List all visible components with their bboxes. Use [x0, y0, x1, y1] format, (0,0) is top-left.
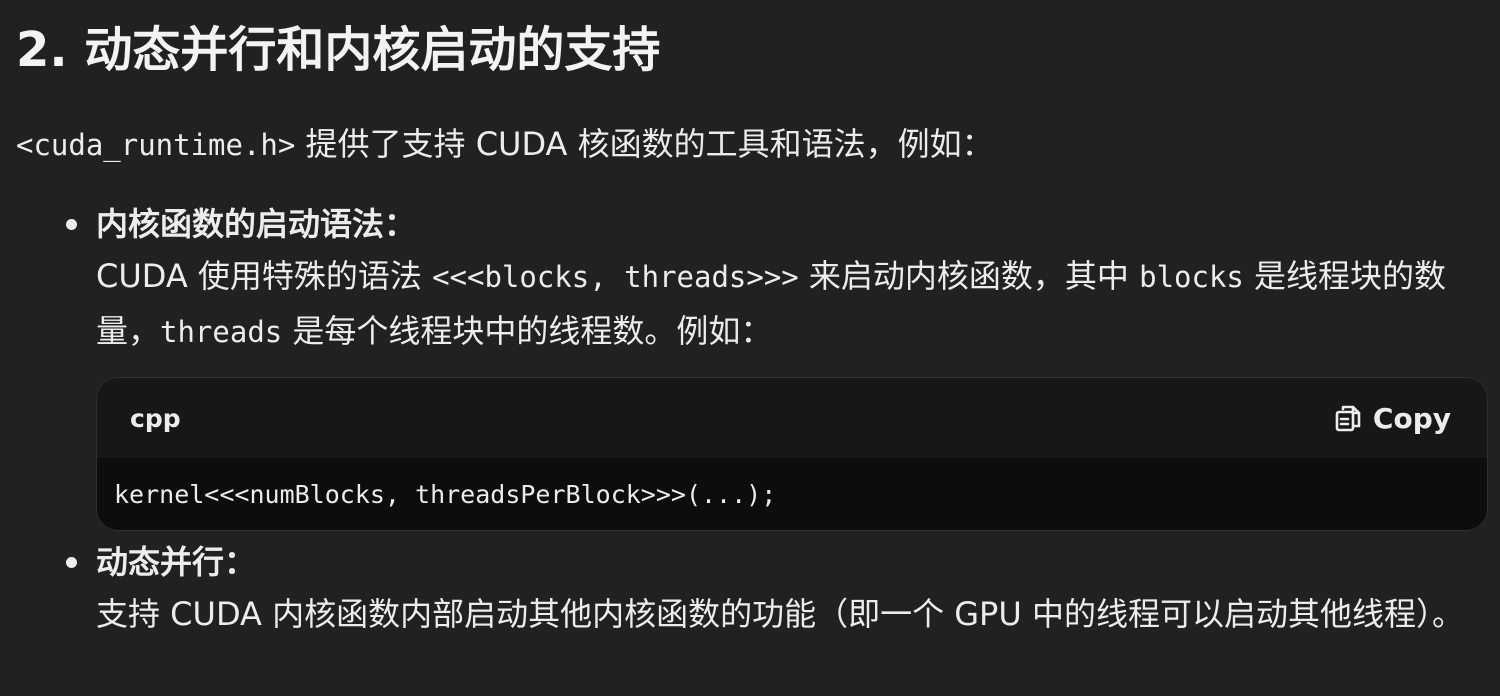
list-item-title: 内核函数的启动语法： [96, 205, 417, 243]
list-item-body: CUDA 使用特殊的语法 <<<blocks, threads>>> 来启动内核… [96, 249, 1486, 359]
list-item-kernel-launch: 内核函数的启动语法： CUDA 使用特殊的语法 <<<blocks, threa… [16, 199, 1486, 359]
body-text: CUDA 使用特殊的语法 [96, 257, 433, 295]
body-text: 支持 CUDA 内核函数内部启动其他内核函数的功能（即一个 GPU 中的线程可以… [96, 595, 1464, 633]
inline-code: <<<blocks, threads>>> [432, 260, 799, 294]
bullet-icon [66, 219, 77, 230]
chat-message: 2. 动态并行和内核启动的支持 <cuda_runtime.h> 提供了支持 C… [0, 0, 1500, 696]
copy-button[interactable]: Copy [1335, 402, 1451, 435]
code-block: cpp Copy kernel<<<numBlocks, threadsPerB… [96, 377, 1488, 531]
intro-paragraph: <cuda_runtime.h> 提供了支持 CUDA 核函数的工具和语法，例如… [16, 122, 1486, 167]
code-block-body: kernel<<<numBlocks, threadsPerBlock>>>(.… [97, 458, 1487, 530]
inline-code: threads [160, 315, 283, 349]
code-line: kernel<<<numBlocks, threadsPerBlock>>>(.… [114, 479, 777, 509]
inline-code: blocks [1139, 260, 1244, 294]
intro-text: 提供了支持 CUDA 核函数的工具和语法，例如： [295, 125, 994, 163]
copy-icon [1335, 404, 1361, 432]
copy-button-label: Copy [1372, 401, 1451, 435]
inline-code-header: <cuda_runtime.h> [16, 128, 296, 162]
code-language-label: cpp [130, 403, 181, 433]
list-item-title: 动态并行： [96, 543, 257, 581]
body-text: 来启动内核函数，其中 [798, 257, 1140, 295]
bullet-icon [66, 557, 77, 568]
list-item-body: 支持 CUDA 内核函数内部启动其他内核函数的功能（即一个 GPU 中的线程可以… [96, 587, 1486, 641]
section-heading: 2. 动态并行和内核启动的支持 [16, 22, 661, 78]
list-item-dynamic-parallelism: 动态并行： 支持 CUDA 内核函数内部启动其他内核函数的功能（即一个 GPU … [16, 537, 1486, 641]
bullet-list: 动态并行： 支持 CUDA 内核函数内部启动其他内核函数的功能（即一个 GPU … [16, 537, 1486, 641]
bullet-list: 内核函数的启动语法： CUDA 使用特殊的语法 <<<blocks, threa… [16, 199, 1486, 359]
body-text: 是每个线程块中的线程数。例如： [282, 312, 773, 350]
code-block-header: cpp Copy [97, 378, 1487, 458]
